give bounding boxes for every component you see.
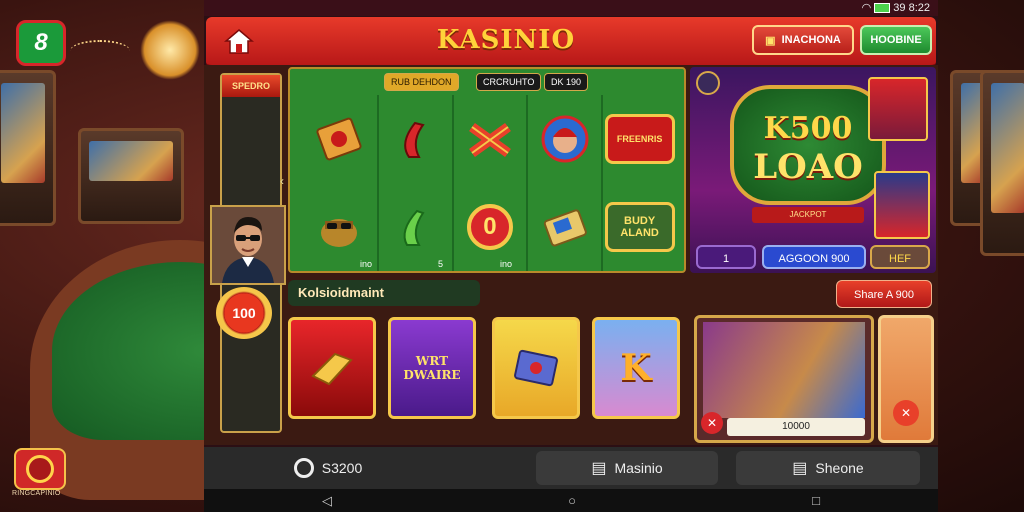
app-title: KASINIO [436, 25, 576, 55]
reel-label: ino [360, 259, 373, 269]
header-primary-label: INACHONA [781, 34, 841, 46]
card-pack-icon [514, 349, 558, 387]
home-button[interactable] [222, 25, 256, 57]
gold-bar-icon [311, 352, 353, 386]
chip-lines[interactable]: CRCRUHTO [476, 73, 542, 91]
string-lights [70, 40, 130, 62]
main-content: SPEDRO 100 RUB DEHDON CRCRUHTO DK 190 ‹ … [204, 65, 938, 445]
horseshoe-icon [403, 209, 425, 246]
reel-label: 5 [438, 259, 444, 269]
game-tile[interactable]: WRT DWAIRE [388, 317, 476, 419]
home-icon [224, 29, 254, 54]
reel-cell [302, 95, 377, 183]
casino-badge-icon [14, 448, 66, 490]
busy-sign-icon: BUDY ALAND [604, 202, 675, 252]
tab-sheone[interactable]: ▤ Sheone [736, 451, 920, 485]
promo-button-mid[interactable]: AGGOON 900 [762, 245, 866, 269]
zero-coin-icon: 0 [466, 204, 513, 250]
reel-label: ino [500, 259, 513, 269]
sidebar-tab[interactable]: SPEDRO [222, 75, 280, 97]
header: KASINIO ▣ INACHONA HOOBINE [206, 17, 936, 68]
tab-sheone-label: Sheone [815, 460, 864, 476]
featured-game[interactable]: ✕ 10000 [694, 315, 874, 443]
reel-cell [526, 183, 601, 271]
recents-icon[interactable]: □ [812, 493, 820, 508]
featured-characters [703, 322, 865, 418]
game-tile[interactable] [492, 317, 580, 419]
reel-grid: FREENRIS 0 BUDY ALAND [302, 95, 676, 271]
promo-character-top [868, 77, 928, 141]
ticket-icon: ▣ [765, 34, 776, 47]
status-bar: ◠ 39 8:22 [204, 0, 938, 16]
side-action-button[interactable]: ✕ [878, 315, 934, 443]
reel-cell [526, 95, 601, 183]
game-tile-text: WRT DWAIRE [403, 354, 461, 382]
game-tile-text: K [620, 347, 652, 389]
reel-cell [376, 183, 452, 271]
reel-cell: BUDY ALAND [601, 183, 676, 271]
promo-button-right[interactable]: HEF [870, 245, 930, 269]
promo-button-left[interactable]: 1 [696, 245, 756, 269]
girl-avatar-icon [541, 115, 589, 163]
status-time: 39 8:22 [893, 2, 930, 14]
bonus-sign-icon: FREENRIS [604, 114, 675, 164]
reel-left-arrow[interactable]: ‹ [280, 174, 284, 188]
promo-corner-icon [696, 71, 720, 95]
corner-caption: RINGCAPINIO [12, 490, 61, 497]
system-nav-bar: ◁ ○ □ [204, 489, 938, 512]
bottom-tab-bar: S3200 ▤ Masinio ▤ Sheone [204, 447, 938, 489]
card-icon [316, 117, 362, 161]
featured-value: 10000 [727, 418, 865, 436]
ribbon-icon [469, 122, 511, 158]
coin-badge[interactable]: 100 [216, 287, 272, 339]
player-avatar[interactable] [210, 205, 286, 285]
reel-cell [302, 183, 377, 271]
search-icon [293, 458, 314, 478]
tab-search[interactable]: S3200 [268, 451, 388, 485]
home-circle-icon[interactable]: ○ [568, 493, 576, 508]
wifi-icon: ◠ [861, 2, 872, 14]
battery-icon [874, 3, 891, 14]
game-tile[interactable]: K [592, 317, 680, 419]
tab-search-label: S3200 [321, 460, 363, 476]
arcade-machine-left2 [78, 128, 184, 224]
app-logo: 8 [16, 20, 66, 66]
tab-masinio-label: Masinio [614, 460, 663, 476]
game-tile[interactable] [288, 317, 376, 419]
arcade-machine-left [0, 70, 56, 226]
close-icon: ✕ [893, 400, 919, 426]
tab-masinio[interactable]: ▤ Masinio [536, 451, 718, 485]
reel-cell [451, 95, 527, 183]
chandelier [140, 20, 200, 80]
chip-bet[interactable]: RUB DEHDON [384, 73, 459, 91]
header-secondary-button[interactable]: HOOBINE [860, 25, 932, 55]
pot-icon [321, 219, 358, 247]
arcade-machine-right2 [980, 70, 1024, 256]
chip-total[interactable]: DK 190 [544, 73, 589, 91]
promo-ribbon: JACKPOT [752, 207, 864, 223]
back-icon[interactable]: ◁ [322, 493, 332, 509]
header-primary-button[interactable]: ▣ INACHONA [752, 25, 854, 55]
reel-cell: 0 [451, 183, 527, 271]
reel-cell [376, 95, 452, 183]
slot-icon: ▤ [591, 460, 607, 477]
horseshoe-icon [404, 121, 425, 158]
card-box-icon [543, 209, 587, 247]
reel-cell: FREENRIS [601, 95, 676, 183]
promo-line1: K500 [763, 111, 853, 146]
promo-banner[interactable]: K500 LOAO JACKPOT 1 AGGOON 900 HEF [690, 67, 936, 273]
section-title: Kolsioidmaint [288, 280, 480, 306]
player-portrait-icon [212, 207, 284, 283]
games-row: WRT DWAIRE K [288, 313, 686, 437]
phone-screen: ◠ 39 8:22 KASINIO ▣ INACHONA HOOBINE SPE… [204, 0, 938, 512]
promo-frame: K500 LOAO [730, 85, 886, 205]
promo-character-bottom [874, 171, 930, 239]
share-button[interactable]: Share A 900 [836, 280, 932, 308]
promo-line2: LOAO [753, 147, 863, 187]
slot-machine: RUB DEHDON CRCRUHTO DK 190 ‹ › FRE [280, 67, 694, 273]
slot-icon: ▤ [792, 460, 808, 477]
close-icon[interactable]: ✕ [701, 412, 723, 434]
